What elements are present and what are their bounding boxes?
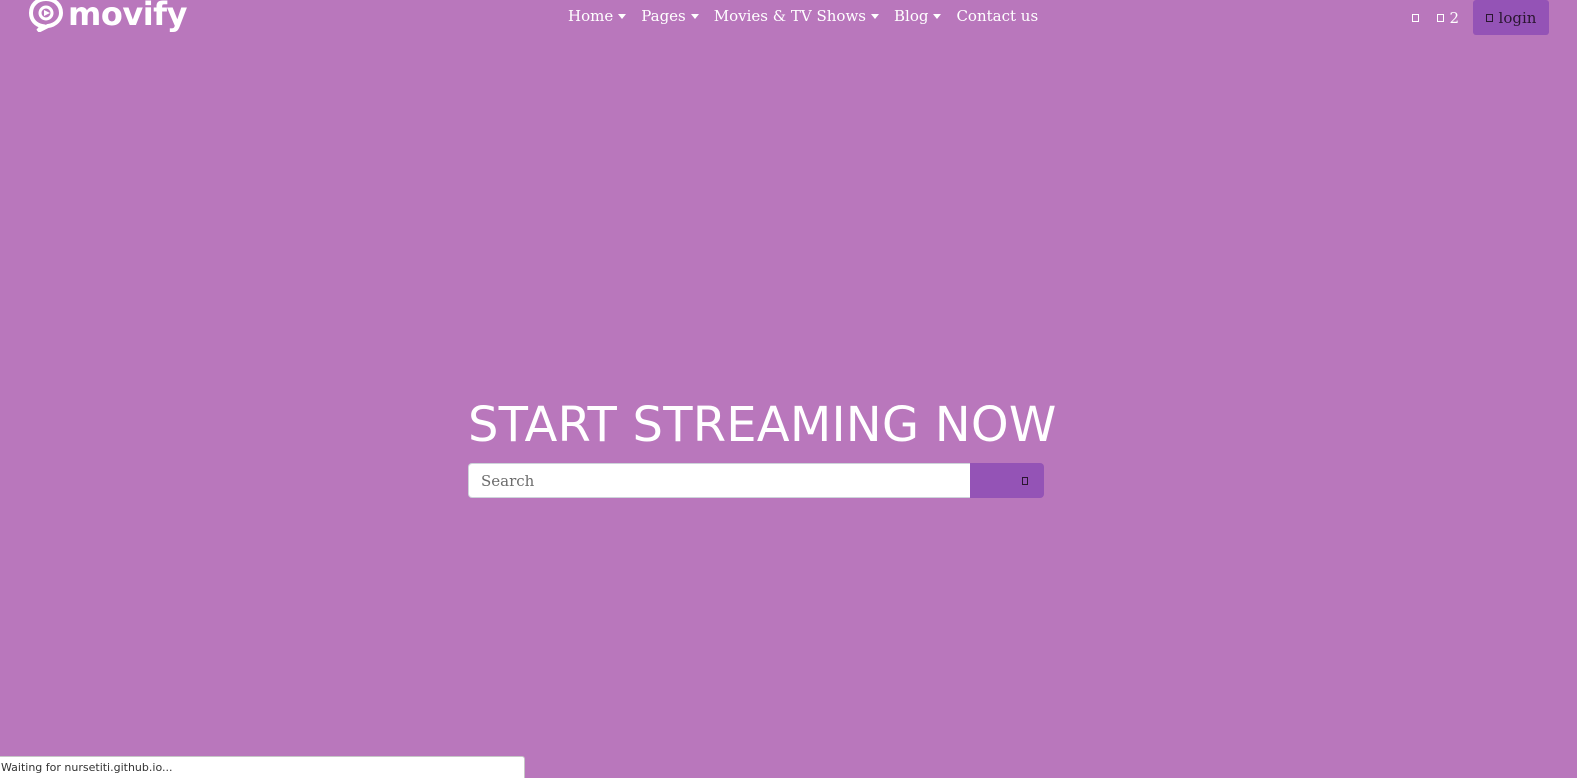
cart-button[interactable]: 2 (1433, 9, 1463, 27)
caret-down-icon (933, 13, 942, 19)
nav-item-label: Home (568, 7, 614, 25)
search-bar (468, 463, 1044, 498)
nav-item-label: Blog (894, 7, 929, 25)
nav-item-label: Movies & TV Shows (713, 7, 866, 25)
login-icon (1485, 13, 1493, 22)
logo-icon (28, 0, 64, 32)
caret-down-icon (618, 13, 627, 19)
status-text: Waiting for nursetiti.github.io... (1, 761, 173, 774)
brand-name: movify (68, 0, 187, 33)
login-button[interactable]: login (1473, 0, 1549, 35)
nav-item-label: Contact us (956, 7, 1039, 25)
search-icon (1022, 476, 1028, 485)
nav-item-label: Pages (641, 7, 686, 25)
main-nav: Home Pages Movies & TV Shows Blog Contac… (568, 7, 1038, 25)
caret-down-icon (690, 13, 699, 19)
cart-icon (1437, 13, 1445, 22)
nav-item-contact-us[interactable]: Contact us (956, 7, 1038, 25)
caret-down-icon (871, 13, 879, 19)
search-input[interactable] (468, 463, 970, 498)
header-actions: 2 login (1408, 0, 1549, 35)
user-button[interactable] (1408, 13, 1423, 22)
user-icon (1412, 13, 1420, 22)
hero-title: START STREAMING NOW (468, 397, 1057, 453)
search-button[interactable] (970, 463, 1044, 498)
browser-status-bar: Waiting for nursetiti.github.io... (0, 756, 525, 778)
nav-item-blog[interactable]: Blog (894, 7, 942, 25)
brand-logo[interactable]: movify (28, 0, 187, 32)
cart-count: 2 (1449, 8, 1459, 27)
login-label: login (1498, 8, 1537, 27)
nav-item-pages[interactable]: Pages (641, 7, 699, 25)
nav-item-movies-tv-shows[interactable]: Movies & TV Shows (714, 7, 879, 25)
nav-item-home[interactable]: Home (568, 7, 627, 25)
